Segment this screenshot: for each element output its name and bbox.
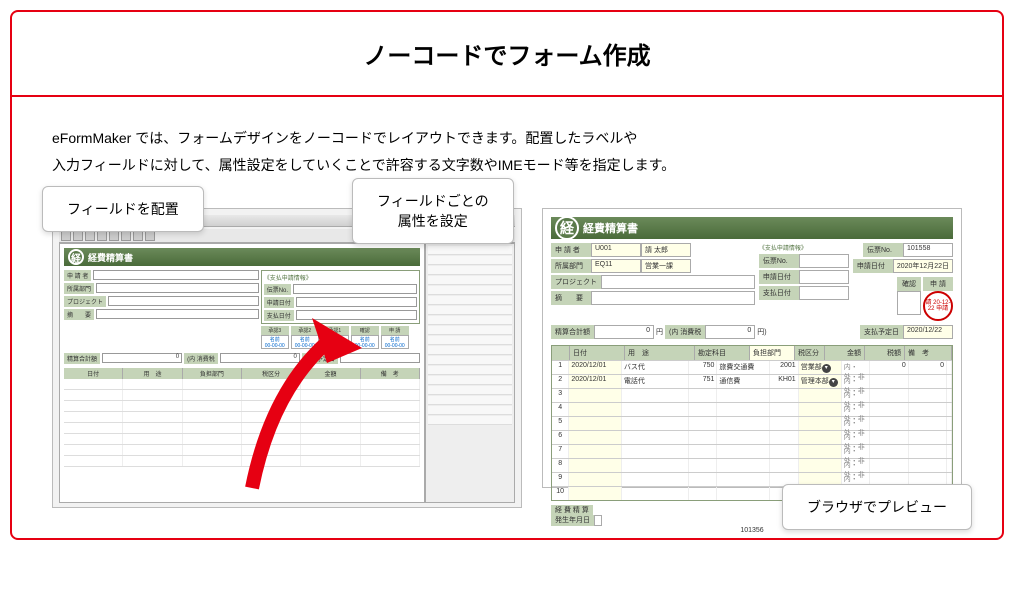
screenshot-stage: フィールドを配置 フィールドごとの 属性を設定 ブラウザでプレビュー bbox=[52, 208, 962, 508]
table-row: 7内・外・非 bbox=[552, 444, 952, 458]
desc-line1: eFormMaker では、フォームデザインをノーコードでレイアウトできます。配… bbox=[52, 125, 962, 152]
property-panel bbox=[425, 243, 515, 503]
callout-place-fields: フィールドを配置 bbox=[42, 186, 204, 232]
table-row: 5内・外・非 bbox=[552, 416, 952, 430]
preview-screenshot: 経 経費精算書 申 請 者U001請 太郎 所属部門EQ11営業一課 プロジェク… bbox=[542, 208, 962, 488]
callout-set-attrs: フィールドごとの 属性を設定 bbox=[352, 178, 514, 244]
table-row: 4内・外・非 bbox=[552, 402, 952, 416]
table-row: 6内・外・非 bbox=[552, 430, 952, 444]
preview-form-title: 経費精算書 bbox=[583, 220, 638, 236]
table-row: 12020/12/01バス代750旅費交通費2001営業部▾内・外・非00 bbox=[552, 360, 952, 374]
form-title: 経費精算書 bbox=[88, 251, 133, 264]
card-title: ノーコードでフォーム作成 bbox=[12, 12, 1002, 97]
desc-line2: 入力フィールドに対して、属性設定をしていくことで許容する文字数やIMEモード等を… bbox=[52, 152, 962, 179]
callout-preview: ブラウザでプレビュー bbox=[782, 484, 972, 530]
stamp-icon: 請 20-12-22 申請 bbox=[923, 291, 953, 321]
feature-card: ノーコードでフォーム作成 eFormMaker では、フォームデザインをノーコー… bbox=[10, 10, 1004, 540]
approval-boxes: 承認3名前00-00-00 承認2名前00-00-00 承認1名前00-00-0… bbox=[261, 326, 420, 349]
editor-screenshot: 経 経費精算書 申 請 者 所属部門 プロジェクト 摘 要 bbox=[52, 208, 522, 508]
form-logo-icon: 経 bbox=[555, 216, 579, 240]
expense-table: 日付 用 途 勘定科目 負担部門 税区分 金額 税額 備 考 12020/12/… bbox=[551, 345, 953, 501]
form-logo-icon: 経 bbox=[68, 249, 84, 265]
card-body: eFormMaker では、フォームデザインをノーコードでレイアウトできます。配… bbox=[12, 97, 1002, 538]
table-row: 8内・外・非 bbox=[552, 458, 952, 472]
editor-canvas: 経 経費精算書 申 請 者 所属部門 プロジェクト 摘 要 bbox=[59, 243, 425, 503]
description: eFormMaker では、フォームデザインをノーコードでレイアウトできます。配… bbox=[52, 125, 962, 178]
table-row: 3内・外・非 bbox=[552, 388, 952, 402]
table-row: 22020/12/01電話代751通信費KH01管理本部▾内・外・非 bbox=[552, 374, 952, 388]
